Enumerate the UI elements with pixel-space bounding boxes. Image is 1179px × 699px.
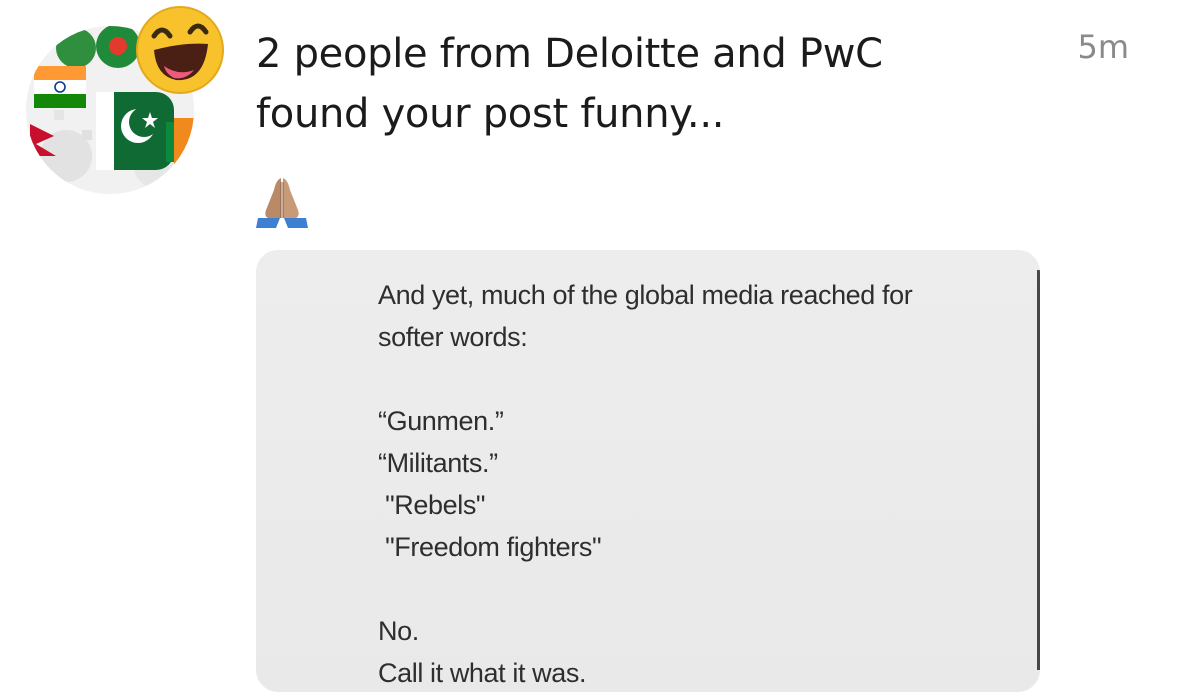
timestamp: 5m xyxy=(1077,28,1129,66)
notification-item[interactable]: 2 people from Deloitte and PwC found you… xyxy=(0,0,1179,699)
post-text-line: softer words: xyxy=(378,322,528,352)
quote-line: "Freedom fighters" xyxy=(378,532,602,562)
notification-title-line2: found your post funny... xyxy=(256,91,725,137)
funny-reaction-icon xyxy=(134,4,226,96)
notification-title: 2 people from Deloitte and PwC found you… xyxy=(256,24,1016,144)
folded-hands-icon xyxy=(254,174,310,230)
notification-title-line1: 2 people from Deloitte and PwC xyxy=(256,31,883,77)
shared-post-image[interactable]: And yet, much of the global media reache… xyxy=(256,250,1040,692)
closing-line: Call it what it was. xyxy=(378,658,587,688)
post-text-line: And yet, much of the global media reache… xyxy=(378,280,913,310)
quote-line: “Gunmen.” xyxy=(378,406,504,436)
closing-line: No. xyxy=(378,616,419,646)
post-text: And yet, much of the global media reache… xyxy=(378,274,1018,692)
quote-line: "Rebels" xyxy=(378,490,486,520)
quote-line: “Militants.” xyxy=(378,448,498,478)
